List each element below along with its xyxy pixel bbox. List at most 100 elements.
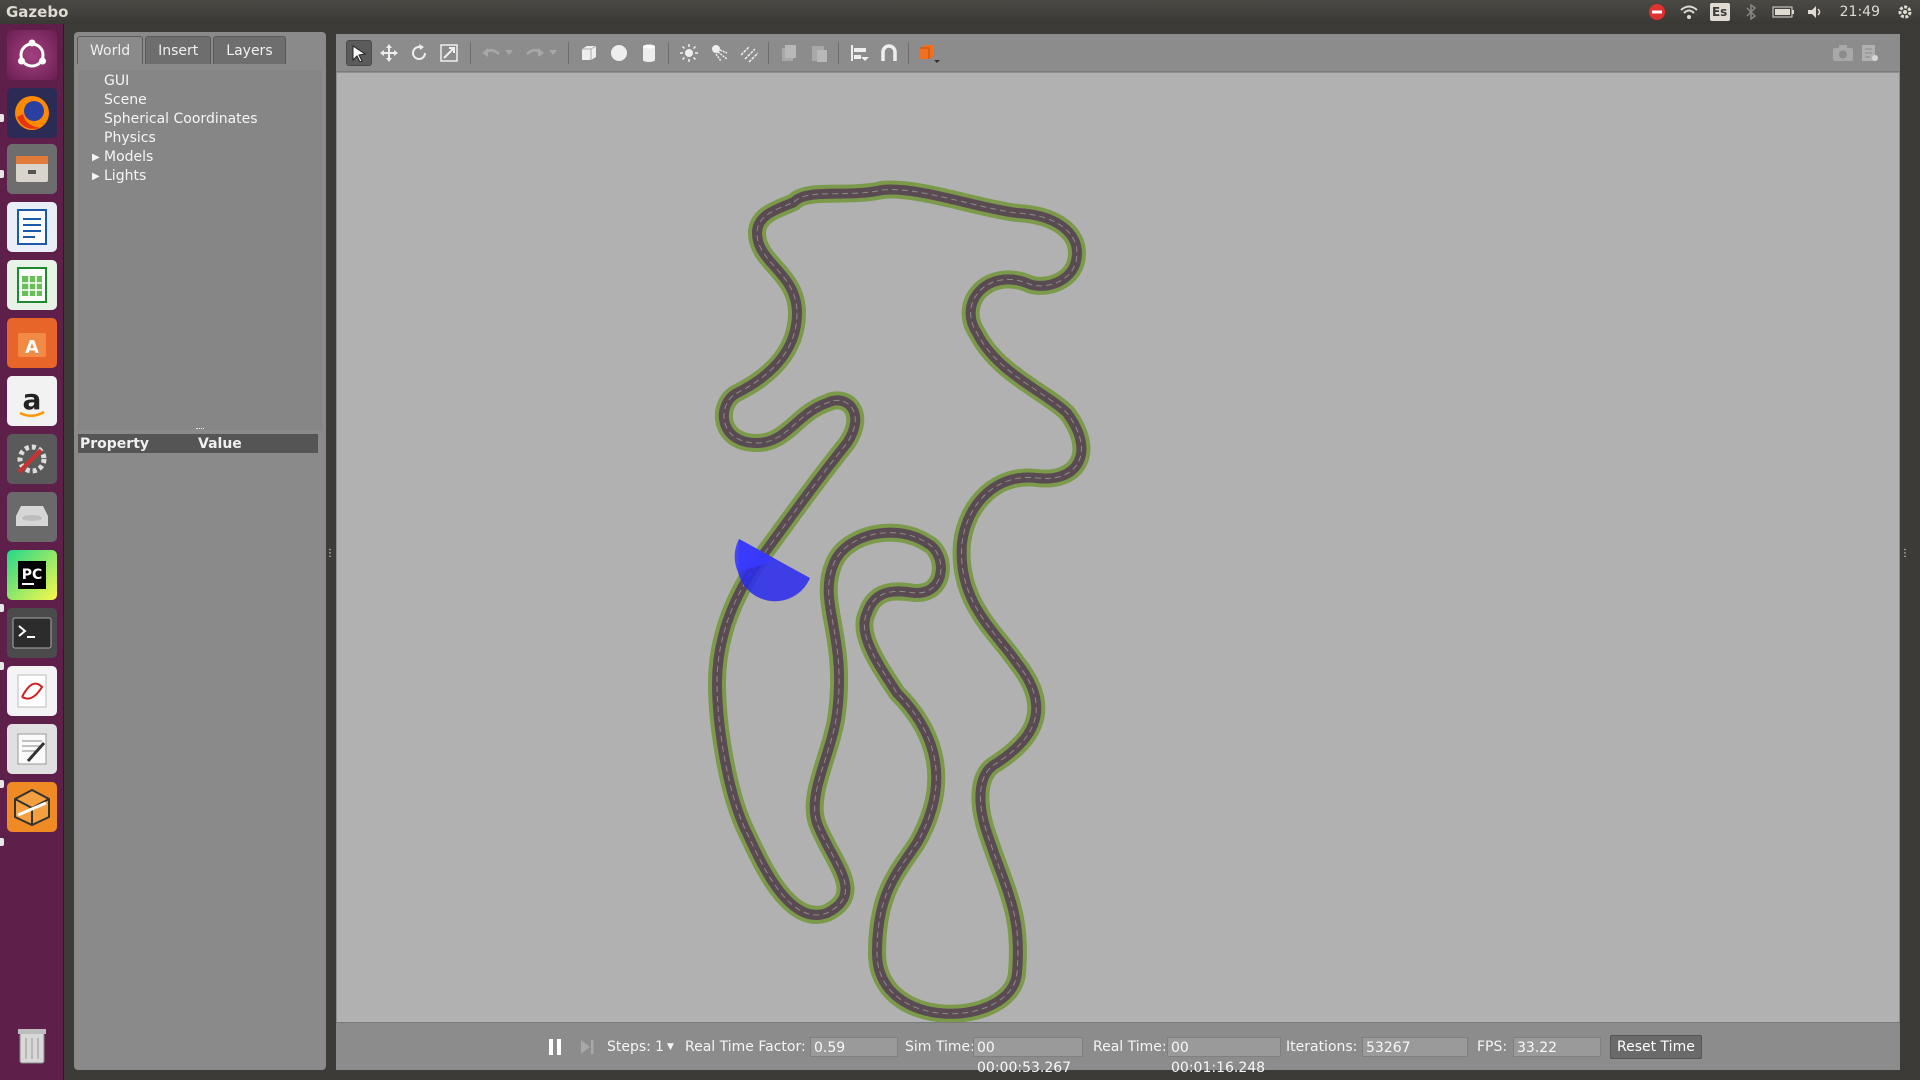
tree-item-label: Models <box>104 149 154 165</box>
software-center-icon[interactable]: A <box>7 318 57 368</box>
settings-icon[interactable] <box>7 434 57 484</box>
toolbar <box>336 34 1900 72</box>
files-icon[interactable] <box>7 144 57 194</box>
stop-icon[interactable] <box>1646 3 1668 21</box>
battery-icon[interactable] <box>1772 3 1794 21</box>
property-table-header: Property Value <box>78 434 318 453</box>
tree-item-label: GUI <box>104 73 130 89</box>
3d-viewport[interactable] <box>337 73 1899 1023</box>
expand-arrow-icon[interactable]: ▶ <box>92 167 100 186</box>
copy-icon[interactable] <box>776 40 802 66</box>
trash-icon[interactable] <box>7 1020 57 1070</box>
document-viewer-icon[interactable] <box>7 666 57 716</box>
real-time-factor-value: 0.59 <box>810 1037 898 1057</box>
tab-insert[interactable]: Insert <box>145 36 212 64</box>
step-icon[interactable] <box>574 1034 600 1060</box>
snap-icon[interactable] <box>876 40 902 66</box>
sim-time-label: Sim Time: <box>905 1039 975 1055</box>
amazon-icon[interactable]: a <box>7 376 57 426</box>
directional-light-icon[interactable] <box>736 40 762 66</box>
pause-icon[interactable] <box>542 1034 568 1060</box>
rotate-mode-icon[interactable] <box>406 40 432 66</box>
redo-history-icon[interactable] <box>546 40 560 66</box>
value-column-header[interactable]: Value <box>198 436 242 452</box>
real-time-label: Real Time: <box>1093 1039 1167 1055</box>
real-time-value: 00 00:01:16.248 <box>1167 1037 1281 1076</box>
screenshot-icon[interactable] <box>1830 40 1856 66</box>
iterations-label: Iterations: <box>1286 1039 1358 1055</box>
pycharm-icon[interactable]: PC <box>7 550 57 600</box>
sphere-shape-icon[interactable] <box>606 40 632 66</box>
keyboard-layout-label: Es <box>1711 5 1728 19</box>
terminal-icon[interactable] <box>7 608 57 658</box>
system-tray: Es 21:49 <box>1646 0 1916 24</box>
scale-mode-icon[interactable] <box>436 40 462 66</box>
right-panel-collapse-handle[interactable]: ⋮ <box>1900 546 1910 560</box>
property-column-header[interactable]: Property <box>78 436 198 452</box>
tree-item-label: Lights <box>104 168 147 184</box>
steps-label: Steps: <box>607 1039 651 1055</box>
svg-text:A: A <box>25 337 39 358</box>
select-mode-icon[interactable] <box>346 40 372 66</box>
world-tree: GUI Scene Spherical Coordinates Physics … <box>78 70 322 430</box>
tree-item-models[interactable]: ▶ Models <box>92 148 154 167</box>
fps-value: 33.22 <box>1513 1037 1601 1057</box>
undo-icon[interactable] <box>478 40 504 66</box>
svg-text:a: a <box>23 383 42 416</box>
iterations-value: 53267 <box>1362 1037 1468 1057</box>
reset-time-button[interactable]: Reset Time <box>1610 1035 1702 1059</box>
app-title: Gazebo <box>6 3 69 21</box>
real-time-factor-label: Real Time Factor: <box>685 1039 806 1055</box>
gear-icon[interactable] <box>1894 3 1916 21</box>
bluetooth-icon[interactable] <box>1740 3 1762 21</box>
text-editor-icon[interactable] <box>7 724 57 774</box>
tree-item-spherical-coordinates[interactable]: Spherical Coordinates <box>104 110 258 129</box>
launcher: A a PC <box>0 24 64 1080</box>
tree-item-lights[interactable]: ▶ Lights <box>92 167 147 186</box>
fps-label: FPS: <box>1477 1039 1508 1055</box>
translate-mode-icon[interactable] <box>376 40 402 66</box>
sim-time-value: 00 00:00:53.267 <box>973 1037 1083 1076</box>
tree-item-label: Spherical Coordinates <box>104 111 258 127</box>
top-panel: Gazebo Es 21:49 <box>0 0 1920 24</box>
simulation-status-bar: Steps: 1 ▼ Real Time Factor: 0.59 Sim Ti… <box>336 1022 1900 1076</box>
clock[interactable]: 21:49 <box>1836 3 1884 21</box>
box-shape-icon[interactable] <box>576 40 602 66</box>
track-edge <box>708 180 1091 1023</box>
point-light-icon[interactable] <box>676 40 702 66</box>
keyboard-icon[interactable]: Es <box>1709 3 1730 21</box>
tree-item-label: Scene <box>104 92 147 108</box>
undo-history-icon[interactable] <box>502 40 516 66</box>
tab-world[interactable]: World <box>77 36 144 64</box>
ubuntu-dash-icon[interactable] <box>7 30 57 80</box>
left-panel-collapse-handle[interactable]: ⋮ <box>325 546 335 560</box>
redo-icon[interactable] <box>522 40 548 66</box>
writer-icon[interactable] <box>7 202 57 252</box>
calc-icon[interactable] <box>7 260 57 310</box>
splitter-handle[interactable] <box>196 428 204 431</box>
tree-item-gui[interactable]: GUI <box>104 72 129 91</box>
expand-arrow-icon[interactable]: ▶ <box>92 148 100 167</box>
steps-dropdown-icon[interactable]: ▼ <box>667 1038 674 1057</box>
change-view-icon[interactable] <box>916 40 942 66</box>
tree-item-scene[interactable]: Scene <box>104 91 147 110</box>
steps-spinbox[interactable]: 1 <box>655 1038 664 1057</box>
left-panel: World Insert Layers GUI Scene Spherical … <box>74 32 326 1070</box>
tab-layers[interactable]: Layers <box>213 36 286 64</box>
disks-icon[interactable] <box>7 492 57 542</box>
firefox-icon[interactable] <box>7 88 57 138</box>
main-area: Steps: 1 ▼ Real Time Factor: 0.59 Sim Ti… <box>336 34 1900 1076</box>
cylinder-shape-icon[interactable] <box>636 40 662 66</box>
log-icon[interactable] <box>1856 40 1882 66</box>
wifi-icon[interactable] <box>1678 3 1700 21</box>
tree-item-label: Physics <box>104 130 156 146</box>
panel-tabs: World Insert Layers <box>77 36 286 64</box>
volume-icon[interactable] <box>1804 3 1826 21</box>
svg-text:PC: PC <box>22 567 43 583</box>
tree-item-physics[interactable]: Physics <box>104 129 156 148</box>
paste-icon[interactable] <box>806 40 832 66</box>
race-track <box>708 180 1091 1023</box>
gazebo-icon[interactable] <box>7 782 57 832</box>
align-icon[interactable] <box>846 40 872 66</box>
spot-light-icon[interactable] <box>706 40 732 66</box>
